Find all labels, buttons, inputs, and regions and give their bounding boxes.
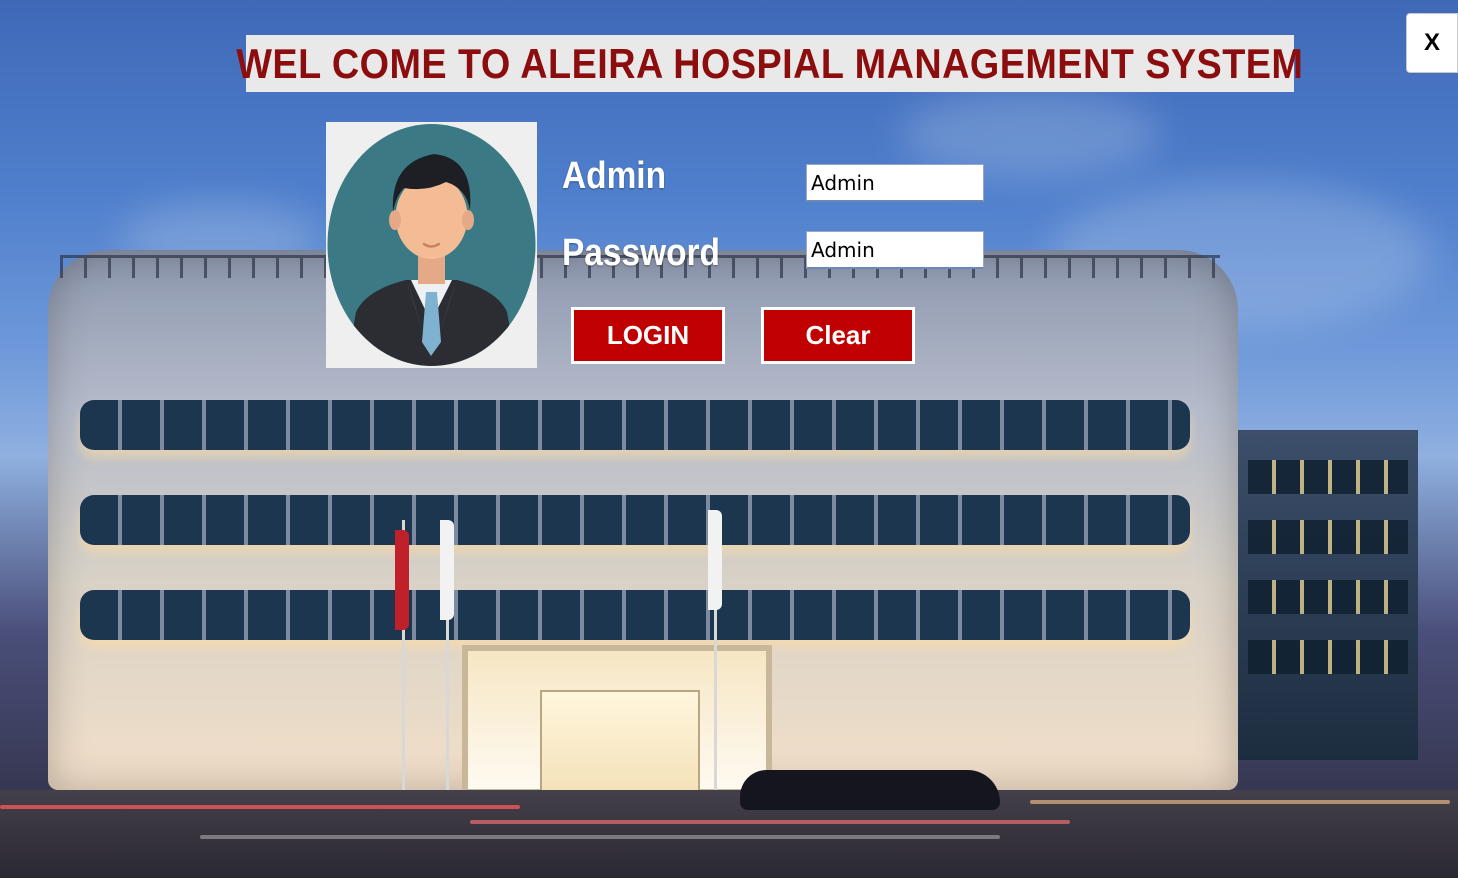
password-input[interactable] (806, 231, 984, 269)
clear-button[interactable]: Clear (761, 307, 915, 364)
car (740, 770, 1000, 810)
flag (440, 520, 454, 620)
side-building (1238, 430, 1418, 760)
password-label: Password (562, 232, 720, 274)
admin-username-input[interactable] (806, 164, 984, 202)
close-button[interactable]: X (1406, 13, 1458, 73)
window-row (80, 400, 1190, 450)
title-banner: WEL COME TO ALEIRA HOSPIAL MANAGEMENT SY… (236, 35, 1303, 92)
light-streak (200, 835, 1000, 839)
window-row (80, 590, 1190, 640)
entrance-door (540, 690, 700, 795)
flag (395, 530, 409, 630)
light-streak (1030, 800, 1450, 804)
avatar (326, 122, 537, 368)
light-streak (470, 820, 1070, 824)
admin-label: Admin (562, 155, 667, 197)
login-button[interactable]: LOGIN (571, 307, 725, 364)
flag (708, 510, 722, 610)
hospital-background-image (0, 0, 1458, 878)
window-row (80, 495, 1190, 545)
businessman-avatar-icon (327, 124, 536, 366)
light-streak (0, 805, 520, 809)
app-title: WEL COME TO ALEIRA HOSPIAL MANAGEMENT SY… (236, 39, 1304, 87)
